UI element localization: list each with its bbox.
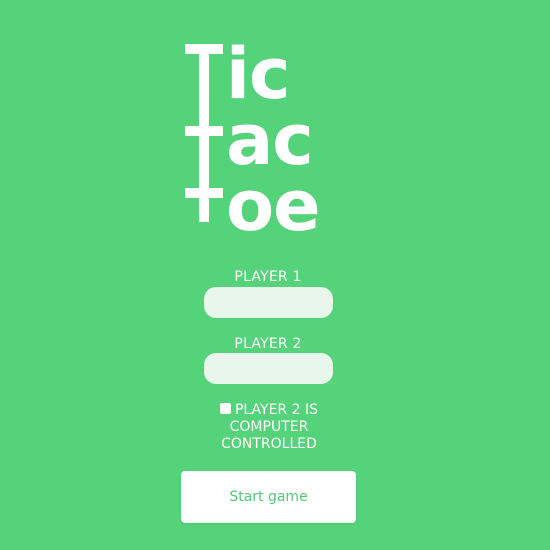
- computer-control-checkbox[interactable]: [219, 403, 231, 414]
- logo-tic-rest: ic: [226, 33, 290, 115]
- start-game-button[interactable]: Start game: [181, 471, 356, 523]
- logo-toe-rest: oe: [226, 165, 321, 247]
- logo-tac-rest: ac: [226, 99, 314, 181]
- player1-label: PLAYER 1: [234, 269, 302, 285]
- logo-t-stem: [199, 44, 209, 222]
- computer-control-option[interactable]: PLAYER 2 IS COMPUTER CONTROLLED: [209, 402, 329, 453]
- game-title-logo: ic ac oe: [183, 33, 363, 241]
- player1-name-input[interactable]: [204, 287, 333, 318]
- player2-label: PLAYER 2: [234, 336, 302, 352]
- computer-control-label: PLAYER 2 IS COMPUTER CONTROLLED: [221, 402, 318, 452]
- player2-name-input[interactable]: [204, 353, 333, 384]
